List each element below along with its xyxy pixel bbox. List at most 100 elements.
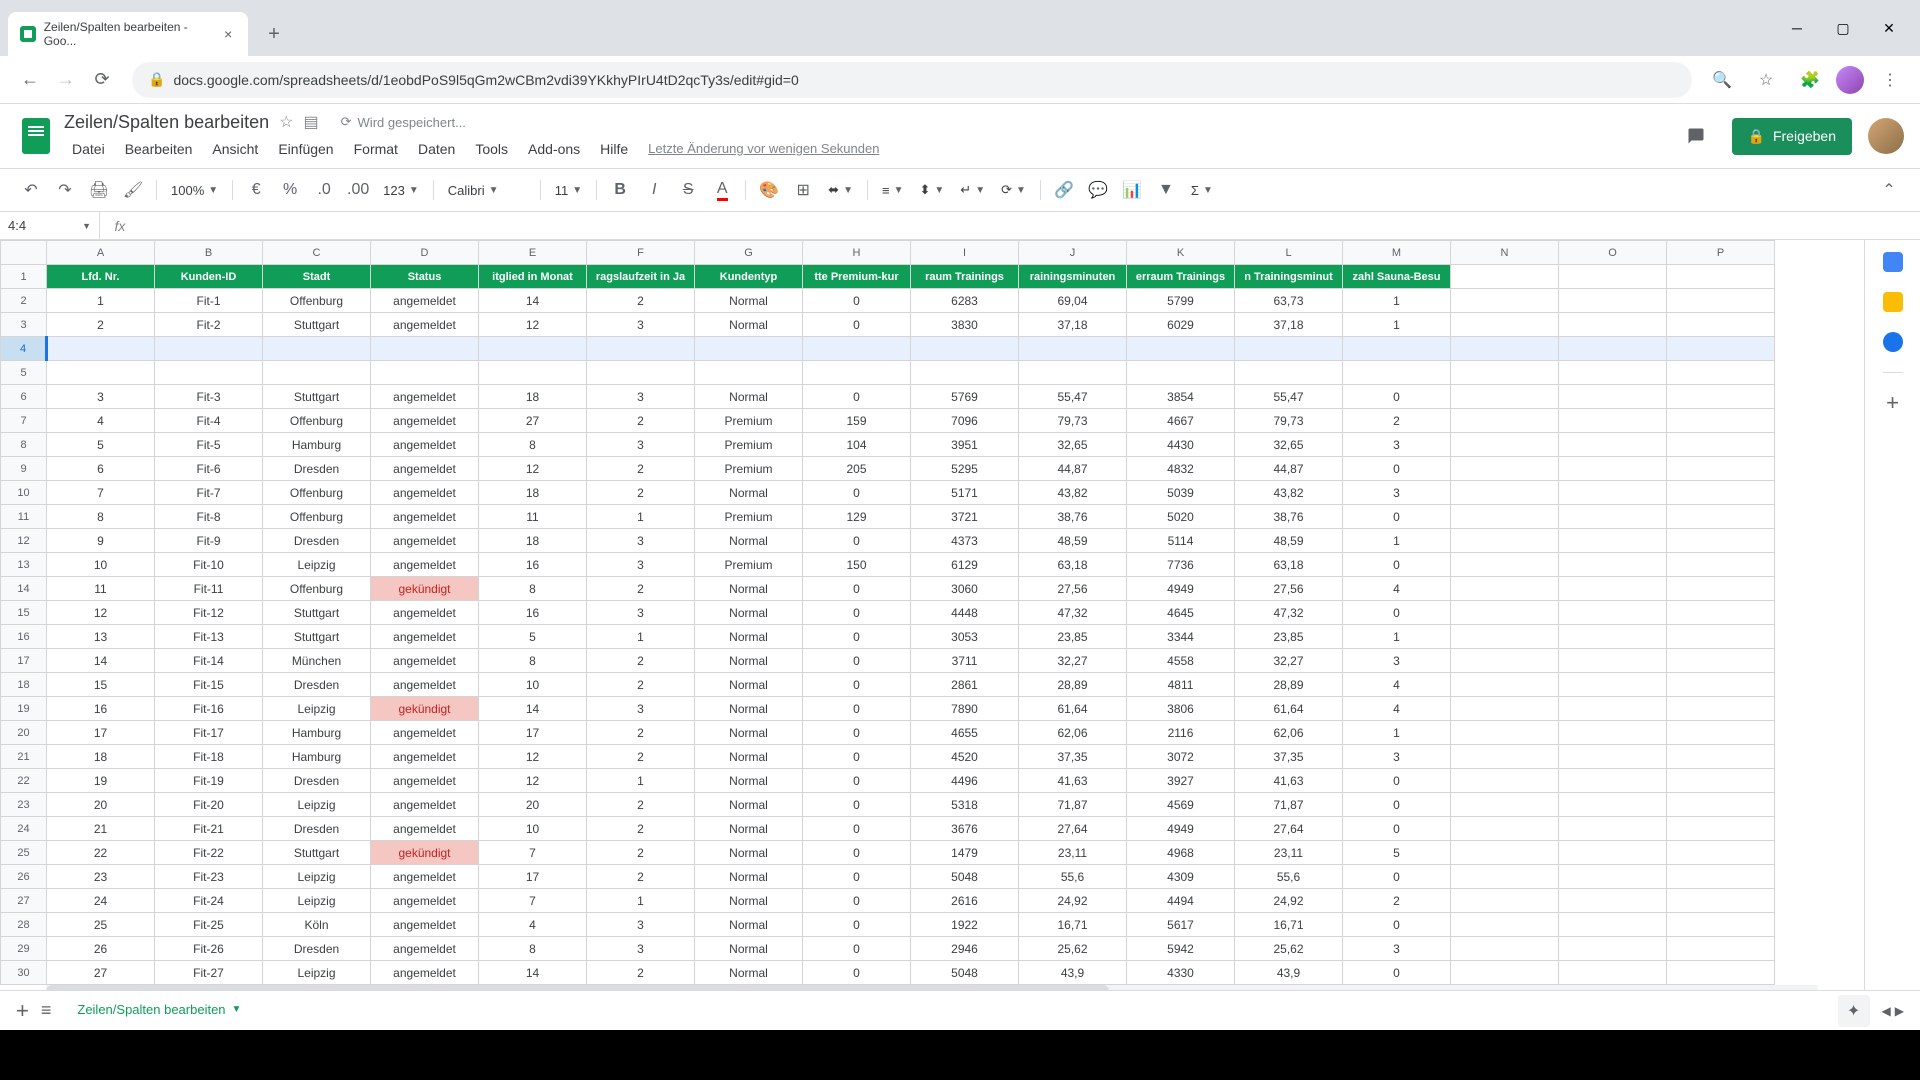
cell[interactable]: 38,76 [1235,505,1343,529]
row-header[interactable]: 20 [1,721,47,745]
cell[interactable]: Normal [695,625,803,649]
cell[interactable]: 2861 [911,673,1019,697]
cell[interactable] [1667,721,1775,745]
cell[interactable]: Normal [695,721,803,745]
cell[interactable]: 23,11 [1019,841,1127,865]
menu-hilfe[interactable]: Hilfe [592,137,636,161]
column-header[interactable]: A [47,241,155,265]
cell[interactable]: 25 [47,913,155,937]
cell[interactable]: Fit-16 [155,697,263,721]
cell[interactable]: Leipzig [263,697,371,721]
cell[interactable]: 159 [803,409,911,433]
cell[interactable]: 2 [587,745,695,769]
cell[interactable] [1667,265,1775,289]
cell[interactable]: 1479 [911,841,1019,865]
cell[interactable]: 2 [587,817,695,841]
cell[interactable]: 6283 [911,289,1019,313]
cell[interactable]: Fit-7 [155,481,263,505]
chart-button[interactable]: 📊 [1117,175,1147,205]
cell[interactable] [1559,481,1667,505]
number-format-select[interactable]: 123▼ [377,176,425,204]
cell[interactable]: Leipzig [263,865,371,889]
cell[interactable]: Normal [695,913,803,937]
cell[interactable]: angemeldet [371,289,479,313]
cell[interactable]: Normal [695,529,803,553]
menu-add-ons[interactable]: Add-ons [520,137,588,161]
cell[interactable] [1667,673,1775,697]
header-cell[interactable]: ragslaufzeit in Ja [587,265,695,289]
cell[interactable]: 5617 [1127,913,1235,937]
redo-button[interactable]: ↷ [50,175,80,205]
row-header[interactable]: 19 [1,697,47,721]
cell[interactable]: 2 [587,721,695,745]
column-header[interactable]: C [263,241,371,265]
cell[interactable] [1559,721,1667,745]
cell[interactable]: 3 [587,433,695,457]
cell[interactable]: 18 [47,745,155,769]
cell[interactable]: Fit-14 [155,649,263,673]
cell[interactable]: 6129 [911,553,1019,577]
cell[interactable] [1667,625,1775,649]
cell[interactable] [47,361,155,385]
cell[interactable]: 8 [479,433,587,457]
cell[interactable]: 2 [47,313,155,337]
cell[interactable]: angemeldet [371,793,479,817]
cell[interactable]: 7096 [911,409,1019,433]
cell[interactable]: gekündigt [371,697,479,721]
cell[interactable]: 0 [1343,457,1451,481]
cell[interactable]: Fit-24 [155,889,263,913]
menu-datei[interactable]: Datei [64,137,113,161]
cell[interactable]: 5 [479,625,587,649]
cell[interactable] [1559,913,1667,937]
cell[interactable]: 23,85 [1235,625,1343,649]
cell[interactable]: 5048 [911,865,1019,889]
cell[interactable]: Fit-2 [155,313,263,337]
cell[interactable]: 16 [479,553,587,577]
share-button[interactable]: 🔒 Freigeben [1732,118,1852,155]
cell[interactable]: 47,32 [1019,601,1127,625]
cell[interactable]: 0 [1343,913,1451,937]
cell[interactable]: Stuttgart [263,841,371,865]
cell[interactable] [1559,529,1667,553]
cell[interactable]: 1 [1343,721,1451,745]
cell[interactable]: 0 [803,649,911,673]
cell[interactable]: 0 [803,841,911,865]
font-select[interactable]: Calibri▼ [442,176,532,204]
cell[interactable]: 4 [1343,673,1451,697]
row-header[interactable]: 12 [1,529,47,553]
cell[interactable]: 48,59 [1019,529,1127,553]
cell[interactable]: 0 [803,625,911,649]
cell[interactable]: 2 [587,865,695,889]
cell[interactable]: 10 [47,553,155,577]
cell[interactable]: 20 [47,793,155,817]
cell[interactable]: 44,87 [1235,457,1343,481]
cell[interactable]: 23 [47,865,155,889]
cell[interactable] [1559,265,1667,289]
row-header[interactable]: 29 [1,937,47,961]
cell[interactable]: 14 [479,289,587,313]
cell[interactable]: 61,64 [1235,697,1343,721]
cell[interactable]: angemeldet [371,745,479,769]
cell[interactable] [1667,433,1775,457]
windows-taskbar[interactable] [0,1030,1920,1080]
cell[interactable]: 44,87 [1019,457,1127,481]
fill-color-button[interactable]: 🎨 [754,175,784,205]
cell[interactable]: angemeldet [371,937,479,961]
cell[interactable] [1451,481,1559,505]
cell[interactable]: angemeldet [371,769,479,793]
cell[interactable]: 4811 [1127,673,1235,697]
cell[interactable] [1667,505,1775,529]
cell[interactable]: 32,27 [1235,649,1343,673]
cell[interactable] [1451,505,1559,529]
cell[interactable]: 15 [47,673,155,697]
move-doc-icon[interactable]: ▤ [304,112,319,132]
cell[interactable]: Fit-3 [155,385,263,409]
cell[interactable]: 25,62 [1235,937,1343,961]
cell[interactable] [1559,697,1667,721]
cell[interactable]: 3854 [1127,385,1235,409]
cell[interactable]: Normal [695,745,803,769]
cell[interactable]: Dresden [263,817,371,841]
cell[interactable]: 2 [587,961,695,985]
cell[interactable]: 17 [47,721,155,745]
cell[interactable]: Premium [695,457,803,481]
